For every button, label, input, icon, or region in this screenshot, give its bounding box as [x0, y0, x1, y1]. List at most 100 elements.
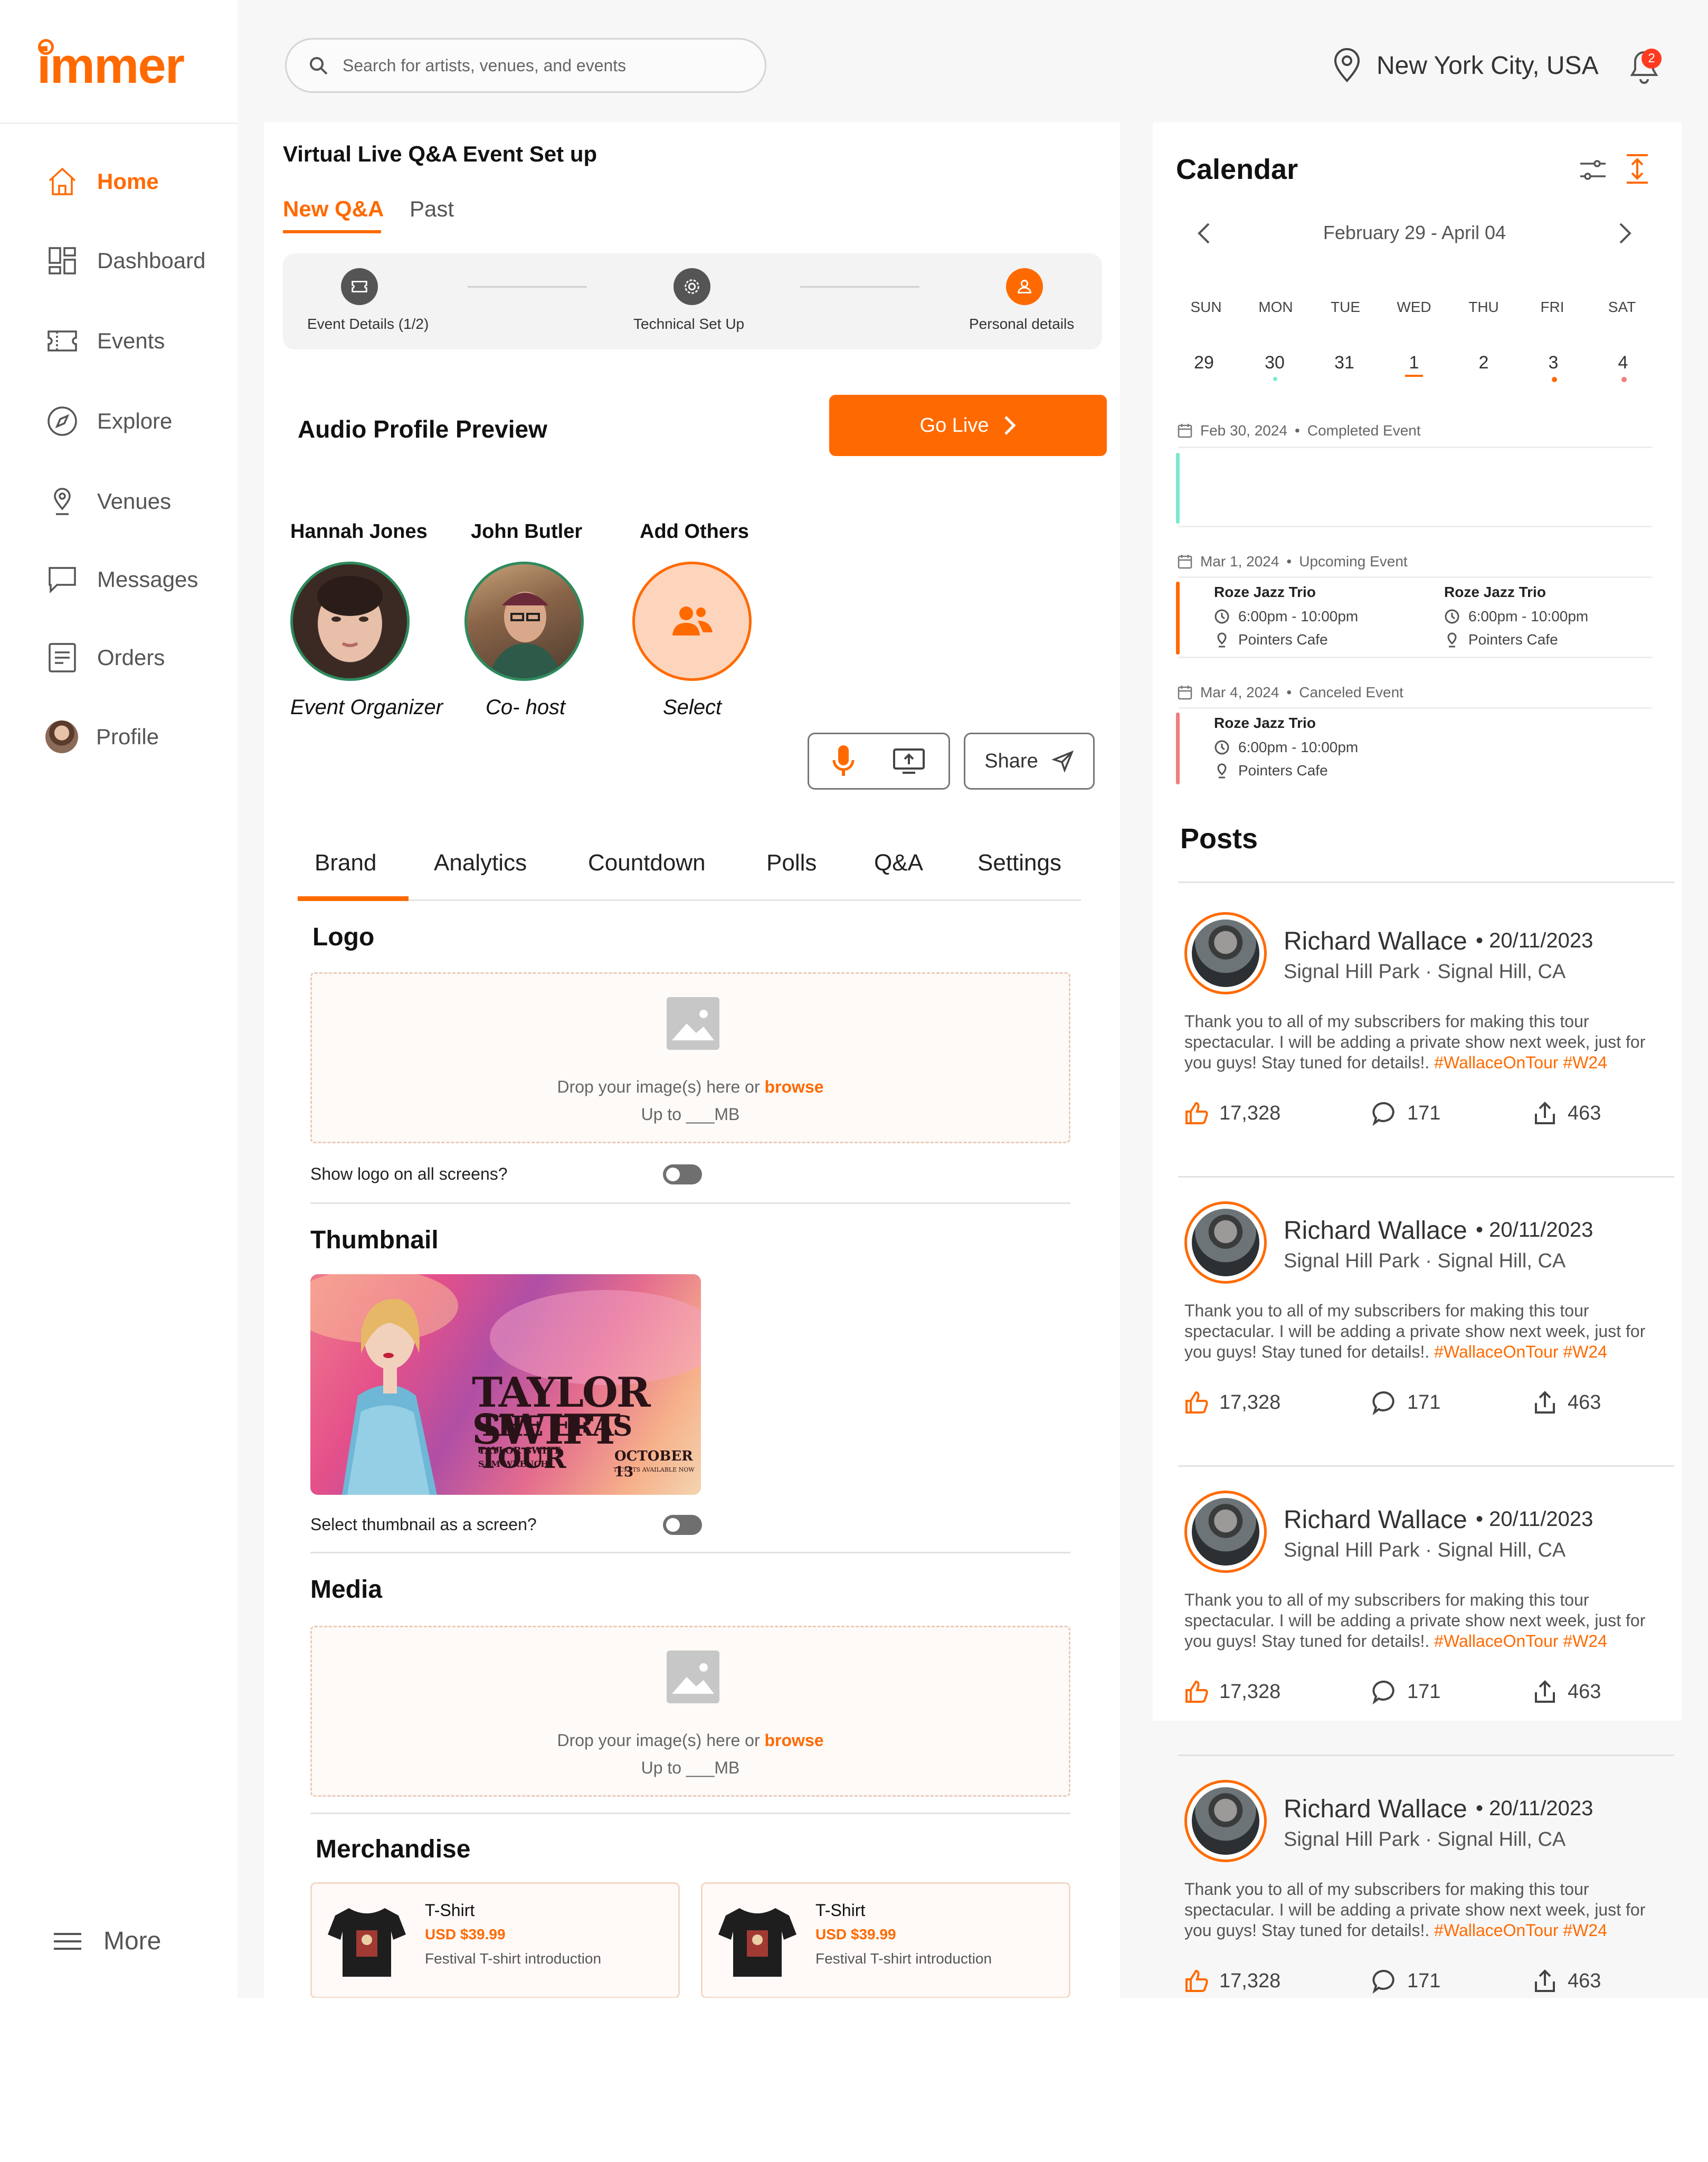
calendar-day[interactable]: 2 — [1460, 353, 1507, 373]
show-logo-toggle[interactable] — [663, 1164, 702, 1184]
add-others-button[interactable] — [632, 562, 752, 681]
expand-icon[interactable] — [1622, 153, 1652, 185]
tab-past[interactable]: Past — [410, 196, 454, 222]
event-status: Upcoming Event — [1299, 553, 1408, 570]
screen-share-icon[interactable] — [892, 747, 926, 775]
filter-icon[interactable] — [1578, 155, 1608, 185]
event-time: 6:00pm - 10:00pm — [1444, 608, 1588, 625]
location-selector[interactable]: New York City, USA — [1330, 43, 1599, 88]
more-button[interactable]: More — [53, 1927, 161, 1956]
thumbnail-image[interactable]: TAYLOR SWIFT THE ERAS TOUR TAYLOR SWIFT … — [310, 1274, 701, 1495]
go-live-button[interactable]: Go Live — [829, 395, 1107, 456]
post-date: • 20/11/2023 — [1476, 1507, 1593, 1531]
merch-card[interactable]: T-Shirt USD $39.99 Festival T-shirt intr… — [310, 1882, 680, 1998]
post-divider — [1178, 881, 1674, 883]
step-personal[interactable] — [1006, 268, 1043, 305]
sidebar-item-dashboard[interactable]: Dashboard — [45, 240, 205, 282]
event-venue-text: Pointers Cafe — [1238, 631, 1328, 648]
avatar[interactable] — [1184, 1491, 1267, 1573]
calendar-day[interactable]: 4 — [1599, 353, 1647, 373]
share-post-button[interactable]: 463 — [1532, 1100, 1601, 1126]
avatar[interactable] — [1184, 1780, 1267, 1862]
chevron-right-icon[interactable] — [1618, 222, 1633, 245]
avatar[interactable] — [464, 562, 584, 681]
post-author[interactable]: Richard Wallace — [1284, 1795, 1467, 1824]
post-hashtags[interactable]: #WallaceOnTour #W24 — [1434, 1342, 1607, 1361]
post-hashtags[interactable]: #WallaceOnTour #W24 — [1434, 1053, 1607, 1072]
calendar-day[interactable]: 3 — [1530, 353, 1577, 373]
tab-countdown[interactable]: Countdown — [588, 850, 706, 876]
sidebar-item-profile[interactable]: Profile — [45, 716, 159, 758]
tshirt-icon — [328, 1908, 406, 1977]
comment-count: 171 — [1407, 1102, 1441, 1124]
like-button[interactable]: 17,328 — [1183, 1100, 1280, 1126]
sidebar-item-orders[interactable]: Orders — [45, 637, 165, 679]
merch-description: Festival T-shirt introduction — [425, 1950, 602, 1967]
thumbs-up-icon — [1185, 1391, 1208, 1414]
post-author[interactable]: Richard Wallace — [1284, 1505, 1467, 1534]
tab-new-qa[interactable]: New Q&A — [283, 196, 384, 222]
comment-button[interactable]: 171 — [1371, 1389, 1440, 1416]
sidebar-item-events[interactable]: Events — [45, 320, 165, 362]
comment-button[interactable]: 171 — [1371, 1679, 1440, 1705]
brand-logo[interactable]: immer — [37, 37, 185, 95]
calendar-day[interactable]: 30 — [1251, 353, 1298, 373]
calendar-day[interactable]: 29 — [1180, 353, 1228, 373]
comment-icon — [1372, 1680, 1394, 1705]
comment-button[interactable]: 171 — [1371, 1968, 1440, 1994]
event-group-header: Mar 4, 2024 • Canceled Event — [1177, 684, 1403, 701]
post-body: Thank you to all of my subscribers for m… — [1184, 1011, 1670, 1073]
tab-brand[interactable]: Brand — [315, 850, 376, 876]
step-technical[interactable] — [673, 268, 710, 305]
share-post-button[interactable]: 463 — [1532, 1679, 1601, 1705]
sidebar-item-venues[interactable]: Venues — [45, 480, 171, 523]
tab-analytics[interactable]: Analytics — [434, 850, 527, 876]
post-hashtags[interactable]: #WallaceOnTour #W24 — [1434, 1632, 1607, 1651]
logo-dropzone[interactable]: Drop your image(s) here or browse Up to … — [310, 972, 1070, 1143]
chevron-left-icon[interactable] — [1196, 222, 1211, 245]
upload-limit: Up to ___MB — [641, 1105, 740, 1124]
browse-link[interactable]: browse — [765, 1077, 824, 1096]
event-name[interactable]: Roze Jazz Trio — [1444, 584, 1546, 601]
tab-qa[interactable]: Q&A — [874, 850, 923, 876]
comment-button[interactable]: 171 — [1371, 1100, 1440, 1126]
like-button[interactable]: 17,328 — [1183, 1389, 1280, 1416]
like-button[interactable]: 17,328 — [1183, 1968, 1280, 1994]
section-divider — [310, 1552, 1070, 1553]
event-name[interactable]: Roze Jazz Trio — [1214, 715, 1316, 732]
avatar[interactable] — [290, 562, 410, 681]
share-button[interactable]: Share — [964, 733, 1095, 790]
microphone-icon[interactable] — [832, 744, 855, 778]
tab-polls[interactable]: Polls — [766, 850, 817, 876]
weekday-label: MON — [1258, 299, 1293, 315]
dropzone-text: Drop your image(s) here or browse — [312, 1077, 1069, 1097]
comment-icon — [1372, 1969, 1394, 1994]
sidebar-item-home[interactable]: Home — [45, 160, 159, 203]
post-hashtags[interactable]: #WallaceOnTour #W24 — [1434, 1921, 1607, 1940]
tab-settings[interactable]: Settings — [978, 850, 1061, 876]
post-location: Signal Hill Park · Signal Hill, CA — [1284, 1828, 1566, 1851]
sidebar-item-explore[interactable]: Explore — [45, 400, 172, 442]
sidebar-item-messages[interactable]: Messages — [45, 558, 198, 601]
post-body: Thank you to all of my subscribers for m… — [1184, 1879, 1670, 1941]
post-author[interactable]: Richard Wallace — [1284, 1216, 1467, 1245]
event-name[interactable]: Roze Jazz Trio — [1214, 584, 1316, 601]
calendar-day-selected[interactable]: 1 — [1390, 353, 1438, 373]
post-author[interactable]: Richard Wallace — [1284, 927, 1467, 956]
post-location: Signal Hill Park · Signal Hill, CA — [1284, 1250, 1566, 1272]
like-count: 17,328 — [1219, 1969, 1281, 1992]
step-event-details[interactable] — [341, 268, 378, 305]
post-divider — [1178, 1755, 1674, 1756]
avatar[interactable] — [1184, 912, 1267, 994]
like-button[interactable]: 17,328 — [1183, 1679, 1280, 1705]
media-dropzone[interactable]: Drop your image(s) here or browse Up to … — [310, 1626, 1070, 1797]
browse-link[interactable]: browse — [765, 1731, 824, 1750]
thumbnail-toggle[interactable] — [663, 1515, 702, 1535]
notifications-button[interactable]: 2 — [1626, 45, 1666, 88]
share-post-button[interactable]: 463 — [1532, 1968, 1601, 1994]
share-post-button[interactable]: 463 — [1532, 1389, 1601, 1416]
avatar[interactable] — [1184, 1201, 1267, 1284]
calendar-day[interactable]: 31 — [1321, 353, 1368, 373]
merch-card[interactable]: T-Shirt USD $39.99 Festival T-shirt intr… — [701, 1882, 1070, 1998]
search-input[interactable]: Search for artists, venues, and events — [285, 38, 766, 93]
